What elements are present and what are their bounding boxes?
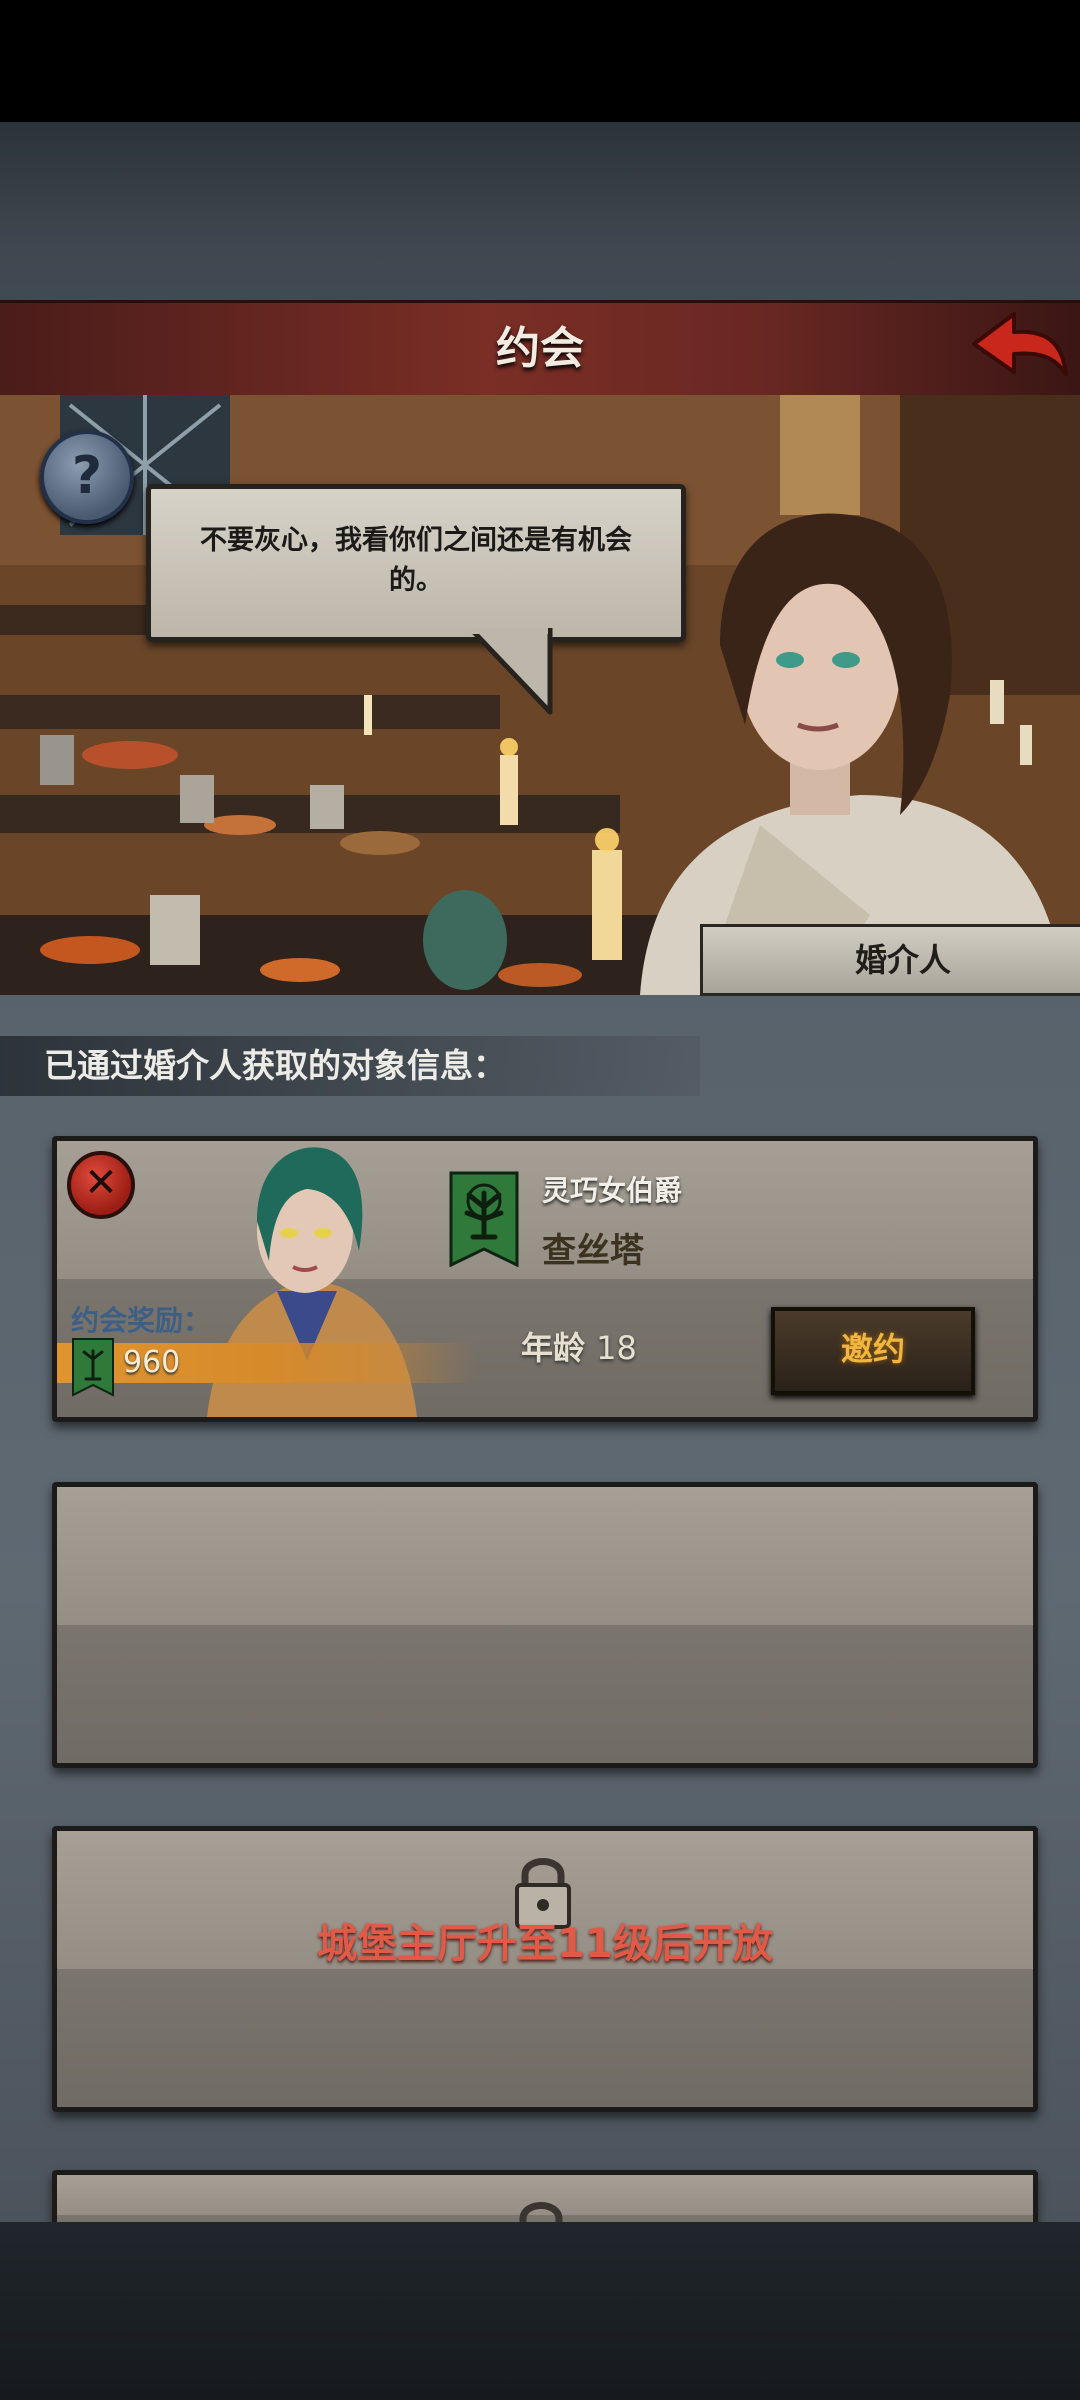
tree-banner-icon — [72, 1338, 114, 1397]
age-label: 年龄 — [521, 1329, 586, 1367]
speaker-nameplate: 婚介人 — [700, 924, 1080, 996]
back-arrow-icon[interactable] — [966, 304, 1070, 384]
page-title: 约会 — [496, 323, 584, 374]
speaker-name: 婚介人 — [854, 941, 951, 979]
age-value: 18 — [596, 1329, 637, 1367]
close-icon[interactable]: ✕ — [67, 1151, 135, 1219]
empty-candidate-slot — [52, 1482, 1038, 1768]
locked-candidate-slot: 城堡主厅升至11级后开放 — [52, 1826, 1038, 2112]
section-header: 已通过婚介人获取的对象信息： — [0, 1036, 700, 1096]
status-bar — [0, 0, 1080, 122]
title-bar: 约会 — [0, 300, 1080, 399]
bottom-bar — [0, 2222, 1080, 2400]
speech-text: 不要灰心，我看你们之间还是有机会的。 — [200, 525, 632, 596]
reward-label: 约会奖励： — [71, 1304, 212, 1337]
speech-bubble: 不要灰心，我看你们之间还是有机会的。 — [146, 484, 686, 642]
candidate-title: 灵巧女伯爵 — [542, 1174, 683, 1207]
locked-message: 城堡主厅升至11级后开放 — [317, 1921, 773, 1967]
age-info: 年龄 18 — [521, 1323, 637, 1373]
candidate-card: ✕ 灵巧女伯爵 查丝塔 年龄 18 邀约 约会奖励： 960 — [52, 1136, 1038, 1422]
reward-bar — [57, 1343, 477, 1383]
question-icon[interactable]: ? — [40, 430, 134, 524]
speech-bubble-tail — [470, 628, 553, 715]
candidate-name: 查丝塔 — [542, 1231, 644, 1271]
reward-value: 960 — [123, 1345, 181, 1380]
section-title: 已通过婚介人获取的对象信息： — [44, 1046, 506, 1085]
tree-banner-icon — [449, 1171, 519, 1267]
invite-button[interactable]: 邀约 — [771, 1307, 975, 1395]
